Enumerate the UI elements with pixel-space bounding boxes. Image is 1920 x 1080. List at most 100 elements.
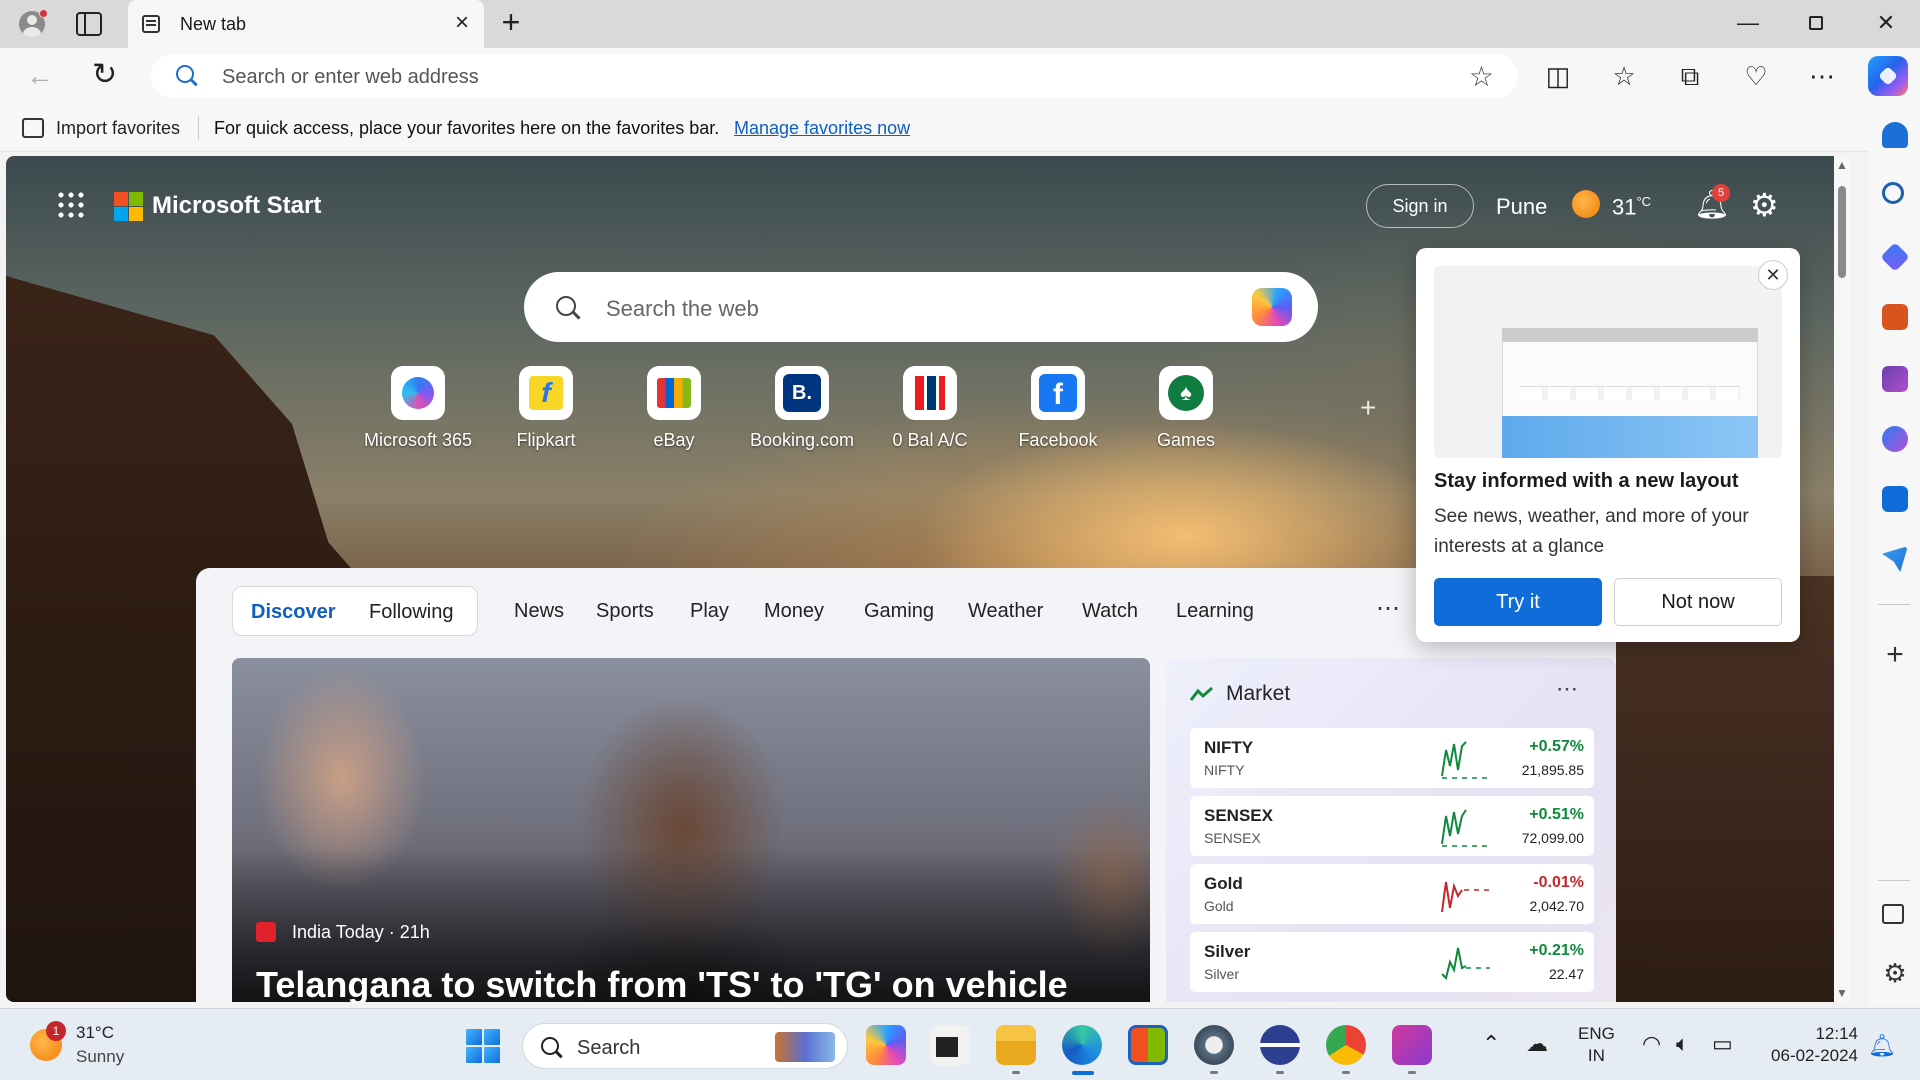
copilot-icon[interactable]: [1868, 56, 1908, 96]
weather-temperature[interactable]: 31°C: [1612, 194, 1651, 220]
tab-new-tab[interactable]: New tab ×: [128, 0, 484, 48]
taskbar-weather-condition[interactable]: Sunny: [76, 1047, 124, 1067]
new-tab-button[interactable]: +: [496, 6, 526, 38]
battery-icon[interactable]: ▭: [1712, 1031, 1733, 1057]
browser-essentials-icon[interactable]: ♡: [1738, 58, 1774, 94]
eclipse-icon[interactable]: [1260, 1025, 1300, 1065]
taskbar-search-box[interactable]: Search: [522, 1023, 848, 1069]
feed-tab-weather[interactable]: Weather: [968, 600, 1043, 623]
shopping-tag-icon[interactable]: [1880, 242, 1910, 272]
tab-following[interactable]: Following: [369, 601, 453, 624]
import-favorites-button[interactable]: Import favorites: [56, 118, 180, 139]
file-explorer-icon[interactable]: [996, 1025, 1036, 1065]
market-quote-row[interactable]: Silver Silver +0.21% 22.47: [1190, 932, 1594, 992]
drop-icon[interactable]: [1882, 546, 1908, 572]
sidebar-settings-gear-icon[interactable]: ⚙: [1882, 960, 1908, 986]
taskbar-temperature[interactable]: 31°C: [76, 1023, 114, 1043]
scroll-up-icon[interactable]: ▲: [1836, 158, 1848, 172]
collections-icon[interactable]: ⧉: [1672, 58, 1708, 94]
feed-tab-watch[interactable]: Watch: [1082, 600, 1138, 623]
app-launcher-icon[interactable]: [56, 190, 84, 218]
sign-in-button[interactable]: Sign in: [1366, 184, 1474, 228]
tools-icon[interactable]: [1882, 304, 1908, 330]
feed-tab-play[interactable]: Play: [690, 600, 729, 623]
edge-browser-icon[interactable]: [1062, 1025, 1102, 1065]
microsoft-store-icon[interactable]: [1128, 1025, 1168, 1065]
feed-tab-gaming[interactable]: Gaming: [864, 600, 934, 623]
market-quote-row[interactable]: Gold Gold -0.01% 2,042.70: [1190, 864, 1594, 924]
wondershare-icon[interactable]: [1392, 1025, 1432, 1065]
split-screen-icon[interactable]: ◫: [1540, 58, 1576, 94]
market-more-options-icon[interactable]: ⋯: [1556, 676, 1578, 702]
tab-actions-icon[interactable]: [76, 12, 102, 36]
copilot-icon[interactable]: [1252, 288, 1292, 326]
profile-button[interactable]: [14, 6, 50, 42]
start-button[interactable]: [466, 1029, 500, 1063]
favorites-icon[interactable]: ☆: [1606, 58, 1642, 94]
feed-tab-money[interactable]: Money: [764, 600, 824, 623]
add-shortcut-icon[interactable]: +: [1360, 392, 1376, 424]
news-headline[interactable]: Telangana to switch from 'TS' to 'TG' on…: [256, 964, 1068, 1002]
show-hidden-icons-chevron-icon[interactable]: ⌃: [1482, 1031, 1500, 1057]
minimize-button[interactable]: —: [1728, 8, 1768, 38]
microsoft-365-icon[interactable]: [1882, 426, 1908, 452]
weather-alert-badge: 1: [46, 1021, 66, 1041]
add-sidebar-app-icon[interactable]: +: [1882, 640, 1908, 670]
market-quote-row[interactable]: NIFTY NIFTY +0.57% 21,895.85: [1190, 728, 1594, 788]
quick-link-microsoft-365[interactable]: Microsoft 365: [354, 366, 482, 451]
feed-tab-learning[interactable]: Learning: [1176, 600, 1254, 623]
feed-mode-toggle: Discover Following: [232, 586, 478, 636]
close-tab-icon[interactable]: ×: [450, 11, 474, 35]
scrollbar-thumb[interactable]: [1838, 186, 1846, 278]
flipkart-icon: f: [519, 366, 573, 420]
not-now-button[interactable]: Not now: [1614, 578, 1782, 626]
quote-name: SENSEX: [1204, 830, 1261, 846]
address-bar[interactable]: Search or enter web address ☆: [150, 54, 1518, 98]
quick-link-0-bal-ac[interactable]: 0 Bal A/C: [866, 366, 994, 451]
search-icon[interactable]: [1882, 182, 1904, 204]
market-title[interactable]: Market: [1226, 682, 1290, 706]
quick-link-ebay[interactable]: eBay: [610, 366, 738, 451]
onedrive-cloud-icon[interactable]: ☁: [1526, 1031, 1548, 1057]
refresh-button[interactable]: ↻: [92, 60, 117, 90]
copilot-preview-icon[interactable]: [866, 1025, 906, 1065]
input-language-indicator[interactable]: ENG IN: [1578, 1023, 1615, 1067]
chrome-icon[interactable]: [1326, 1025, 1366, 1065]
manage-favorites-link[interactable]: Manage favorites now: [734, 118, 910, 139]
page-scrollbar[interactable]: ▲ ▼: [1834, 156, 1850, 1002]
quick-link-facebook[interactable]: f Facebook: [994, 366, 1122, 451]
hide-sidebar-icon[interactable]: [1882, 904, 1904, 924]
running-indicator: [1276, 1071, 1284, 1074]
feed-tab-sports[interactable]: Sports: [596, 600, 654, 623]
system-clock[interactable]: 12:14 06-02-2024: [1766, 1023, 1858, 1067]
weather-city[interactable]: Pune: [1496, 194, 1547, 220]
quick-link-games[interactable]: ♠ Games: [1122, 366, 1250, 451]
add-favorite-star-icon[interactable]: ☆: [1469, 60, 1494, 93]
settings-and-more-icon[interactable]: ⋯: [1804, 58, 1840, 94]
notification-center-icon[interactable]: 🔔︎: [1868, 1033, 1896, 1059]
try-it-button[interactable]: Try it: [1434, 578, 1602, 626]
quick-link-booking[interactable]: B. Booking.com: [738, 366, 866, 451]
notifications-bell-icon[interactable]: [1882, 122, 1908, 148]
close-popup-icon[interactable]: ✕: [1758, 260, 1788, 290]
tab-discover[interactable]: Discover: [251, 601, 336, 624]
back-button[interactable]: ←: [26, 62, 54, 90]
sparkline-chart: [1441, 947, 1490, 980]
web-search-box[interactable]: Search the web: [524, 272, 1318, 342]
more-tabs-icon[interactable]: ⋯: [1376, 594, 1400, 623]
page-settings-gear-icon[interactable]: ⚙: [1750, 186, 1779, 224]
quick-link-flipkart[interactable]: f Flipkart: [482, 366, 610, 451]
games-icon[interactable]: [1882, 366, 1908, 392]
close-window-button[interactable]: ✕: [1866, 8, 1906, 38]
settings-gear-icon[interactable]: [1194, 1025, 1234, 1065]
market-quote-row[interactable]: SENSEX SENSEX +0.51% 72,099.00: [1190, 796, 1594, 856]
brand-title[interactable]: Microsoft Start: [152, 192, 321, 220]
volume-icon[interactable]: 🔈︎: [1676, 1031, 1689, 1057]
task-view-icon[interactable]: [930, 1025, 970, 1065]
scroll-down-icon[interactable]: ▼: [1836, 986, 1848, 1000]
outlook-icon[interactable]: [1882, 486, 1908, 512]
maximize-button[interactable]: [1796, 8, 1836, 38]
hero-news-card[interactable]: India Today · 21h Telangana to switch fr…: [232, 658, 1150, 1002]
feed-tab-news[interactable]: News: [514, 600, 564, 623]
wifi-icon[interactable]: ◠: [1642, 1031, 1661, 1057]
